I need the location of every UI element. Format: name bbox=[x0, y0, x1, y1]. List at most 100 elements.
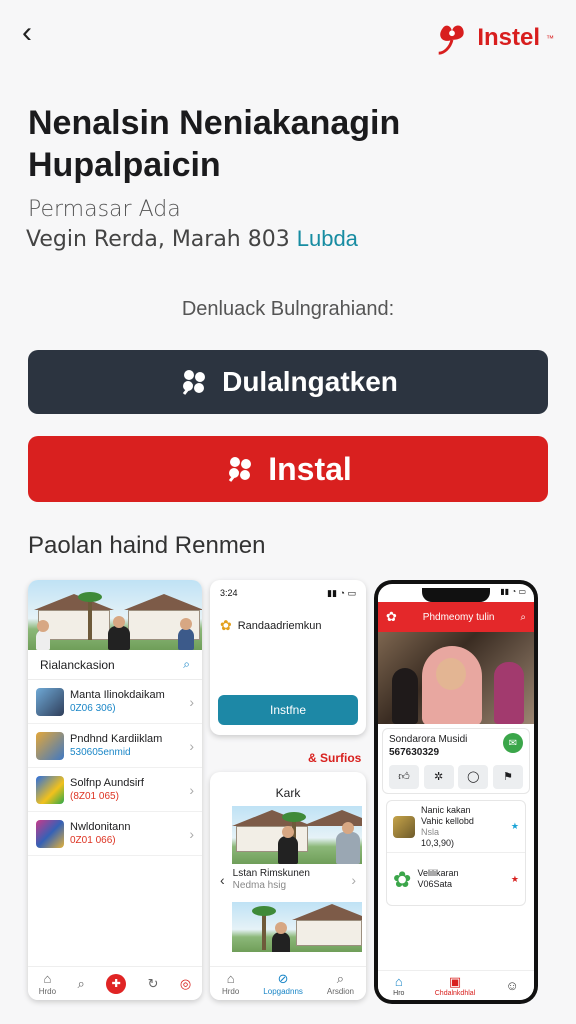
signal-icon: ▮▮ ◔ ▭ bbox=[500, 587, 526, 596]
flower-icon: ✿ bbox=[220, 617, 232, 633]
item-sub3: 10,3,90) bbox=[421, 837, 455, 848]
list-item[interactable]: ‹ Lstan Rimskunen Nedma hsig › bbox=[210, 864, 366, 896]
item-thumbnail bbox=[393, 815, 415, 838]
developer-name: Permasar Ada bbox=[28, 197, 181, 222]
screenshot-phone-profile[interactable]: ▮▮ ◔ ▭ ✿ Phdmeomy tulin ⌕ Sondarora Musi… bbox=[374, 580, 538, 1004]
status-time: 3:24 bbox=[220, 588, 238, 598]
item-sub2: Nsla bbox=[421, 826, 440, 837]
list-item[interactable]: Nanic kakan Vahic kellobd Nsla 10,3,90) … bbox=[387, 801, 525, 853]
screenshot-list-view[interactable]: Rialanckasion ⌕ Manta Ilinokdaikam 0Z06 3… bbox=[28, 580, 202, 1000]
item-subtitle: (8Z01 065) bbox=[70, 790, 119, 802]
list-item[interactable]: Manta Ilinokdaikam 0Z06 306) › bbox=[28, 680, 202, 724]
tab-search[interactable]: ⌕ bbox=[77, 975, 85, 991]
item-title: Lstan Rimskunen bbox=[232, 868, 310, 879]
install-small-button[interactable]: Instfne bbox=[218, 695, 358, 725]
screenshot-map-view[interactable]: Kark ‹ Lstan Rimskunen Nedma hsig › ⌂ Hrdo… bbox=[210, 772, 366, 1000]
chevron-right-icon: › bbox=[189, 825, 194, 842]
status-bar: ▮▮ ◔ ▭ bbox=[386, 587, 526, 596]
tab-home[interactable]: ⌂ Hrdo bbox=[38, 970, 57, 996]
explore-icon: ⊘ bbox=[277, 970, 289, 986]
surfios-label: & Surfios bbox=[308, 751, 361, 765]
app-row-label: Randaadriemkun bbox=[237, 619, 322, 632]
top-bar: ‹ Instel ™ bbox=[0, 0, 576, 70]
home-icon: ⌂ bbox=[226, 970, 235, 986]
item-sub1: V06Sata bbox=[417, 879, 452, 889]
phone-header: ✿ Phdmeomy tulin ⌕ bbox=[378, 602, 534, 632]
tab-profile[interactable]: ☺ bbox=[506, 978, 519, 993]
item-thumbnail bbox=[36, 687, 64, 716]
item-sub1: Vahic kellobd bbox=[421, 815, 474, 826]
tab-refresh[interactable]: ↻ bbox=[148, 976, 159, 991]
ampersand-icon: & bbox=[308, 751, 317, 765]
list-item[interactable]: Nwldonitann 0Z01 066) › bbox=[28, 812, 202, 856]
card-title: Kark bbox=[275, 786, 301, 800]
tab-label: Hrdo bbox=[38, 986, 57, 996]
search-label: Rialanckasion bbox=[40, 657, 115, 672]
tab-profile[interactable]: ◎ bbox=[179, 975, 192, 991]
item-thumbnail bbox=[36, 819, 64, 848]
brand-logo: Instel ™ bbox=[433, 18, 554, 58]
tab-label: Arsdion bbox=[326, 986, 354, 996]
search-icon: ⌕ bbox=[77, 975, 85, 991]
download-prompt: Denluack Bulngrahiand: bbox=[181, 298, 395, 320]
header-title: Phdmeomy tulin bbox=[422, 611, 495, 623]
home-icon: ⌂ bbox=[43, 970, 52, 986]
village-photo bbox=[28, 580, 202, 650]
village-photo bbox=[232, 806, 362, 864]
star-icon[interactable]: ★ bbox=[511, 821, 519, 832]
back-arrow-icon[interactable]: ‹ bbox=[22, 18, 32, 48]
star-burst-icon[interactable]: ✲ bbox=[423, 765, 454, 789]
list-item[interactable]: Pndhnd Kardiiklam 530605enmid › bbox=[28, 724, 202, 768]
status-bar: 3:24 ▮▮ ◔ ▭ bbox=[210, 580, 366, 599]
tab-label: Hro bbox=[393, 989, 405, 997]
search-icon[interactable]: ⌕ bbox=[520, 612, 526, 623]
clover-icon bbox=[182, 370, 206, 395]
tab-center[interactable]: ✚ bbox=[106, 973, 127, 994]
trademark-mark: ™ bbox=[546, 33, 554, 43]
chat-bubble-icon[interactable]: ✉ bbox=[503, 733, 523, 753]
search-icon: ⌕ bbox=[336, 970, 345, 986]
flag-icon[interactable]: ⚑ bbox=[492, 765, 523, 789]
brand-flower-icon bbox=[438, 25, 465, 55]
item-title: Manta Ilinokdaikam bbox=[70, 688, 165, 701]
bottom-tab-bar: ⌂ Hrdo ⌕ ✚ ↻ ◎ bbox=[28, 966, 202, 1000]
install-button[interactable]: Instal bbox=[28, 436, 548, 502]
meta-link[interactable]: Lubda bbox=[297, 226, 358, 251]
item-title: Solfnp Aundsirf bbox=[70, 776, 144, 789]
download-button[interactable]: Dulalngatken bbox=[28, 350, 548, 414]
list-item[interactable]: ✿ Velilikaran V06Sata ★ bbox=[387, 853, 525, 905]
list-item[interactable]: Solfnp Aundsirf (8Z01 065) › bbox=[28, 768, 202, 812]
clover-icon: ✿ bbox=[393, 866, 412, 892]
brand-name: Instel bbox=[477, 24, 540, 51]
item-subtitle: 0Z06 306) bbox=[70, 702, 116, 714]
target-icon: ◎ bbox=[179, 975, 192, 991]
screenshots-heading: Paolan haind Renmen bbox=[28, 532, 266, 559]
tab-home[interactable]: ⌂ Hrdo bbox=[221, 970, 240, 996]
chevron-right-icon: › bbox=[189, 781, 194, 798]
tab-home[interactable]: ⌂ Hro bbox=[393, 973, 405, 997]
bottom-tab-bar: ⌂ Hrdo ⊘ Lopgadnns ⌕ Arsdion bbox=[210, 966, 366, 1000]
item-title: Nanic kakan bbox=[421, 804, 471, 815]
screenshot-install-dialog[interactable]: 3:24 ▮▮ ◔ ▭ ✿ Randaadriemkun Instfne bbox=[210, 580, 366, 735]
item-title: Pndhnd Kardiiklam bbox=[70, 732, 163, 745]
portrait-photo bbox=[378, 632, 534, 724]
app-row: ✿ Randaadriemkun bbox=[210, 599, 366, 634]
item-title: Nwldonitann bbox=[70, 820, 131, 833]
search-icon[interactable]: ⌕ bbox=[183, 657, 190, 672]
search-bar[interactable]: Rialanckasion ⌕ bbox=[28, 650, 202, 680]
tab-explore[interactable]: ⊘ Lopgadnns bbox=[263, 970, 303, 996]
app-meta: Vegin Rerda, Marah 803 Lubda bbox=[26, 226, 358, 252]
tab-center[interactable]: ▣ Chdalnkdhlal bbox=[435, 974, 475, 997]
item-subtitle: 530605enmid bbox=[70, 746, 131, 758]
clover-icon: ✿ bbox=[386, 609, 397, 624]
home-icon: ⌂ bbox=[394, 973, 403, 989]
comment-icon[interactable]: ◯ bbox=[458, 765, 489, 789]
star-icon[interactable]: ★ bbox=[511, 874, 519, 885]
chevron-left-icon[interactable]: ‹ bbox=[220, 873, 225, 887]
item-thumbnail bbox=[36, 775, 64, 804]
surfios-text: Surfios bbox=[320, 751, 362, 765]
thumbs-up-icon[interactable]: 👍︎ bbox=[389, 765, 419, 789]
tab-label: Hrdo bbox=[221, 986, 240, 996]
chevron-right-icon: › bbox=[351, 872, 356, 888]
tab-search[interactable]: ⌕ Arsdion bbox=[326, 970, 354, 996]
